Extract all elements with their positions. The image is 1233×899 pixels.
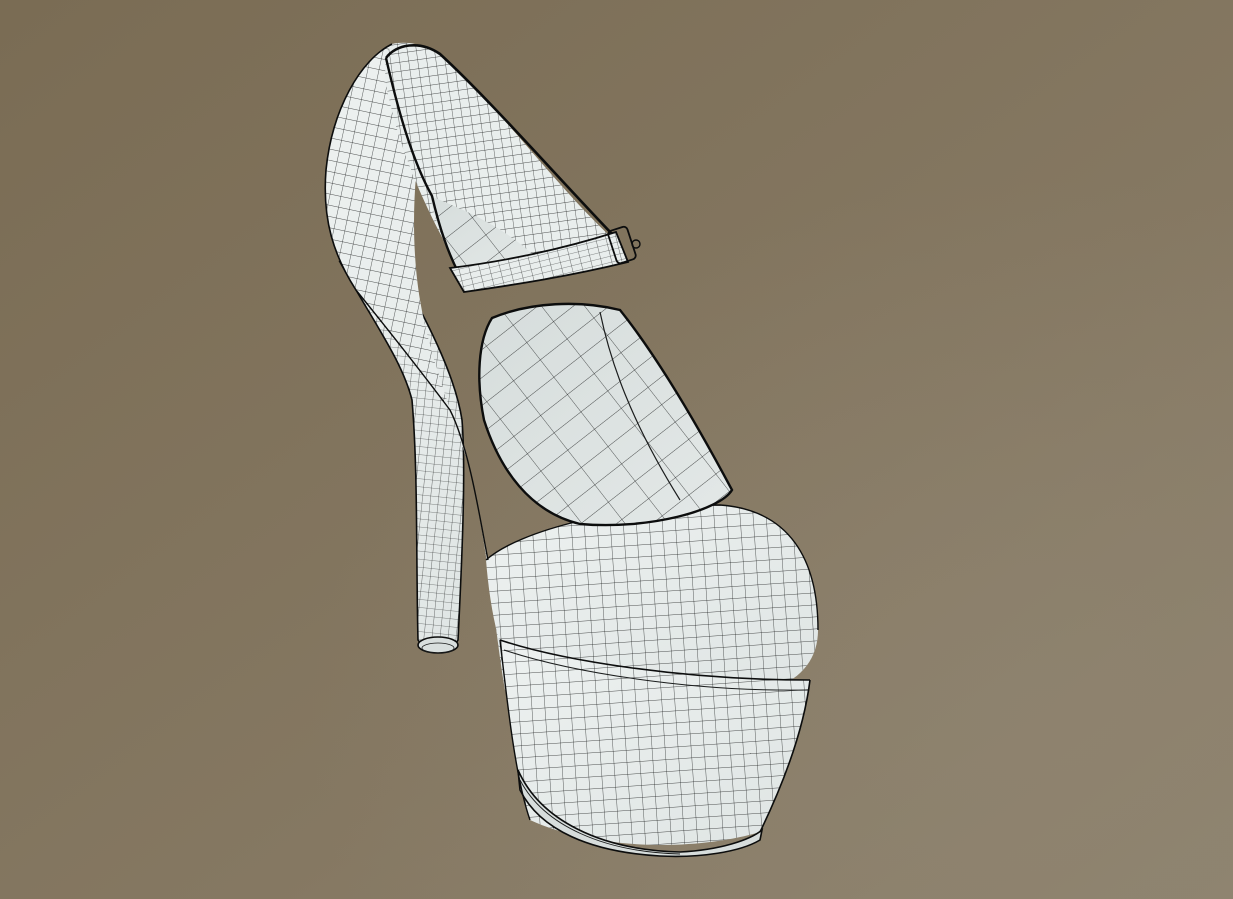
3d-viewport[interactable]	[0, 0, 1233, 899]
scene	[0, 0, 1233, 899]
